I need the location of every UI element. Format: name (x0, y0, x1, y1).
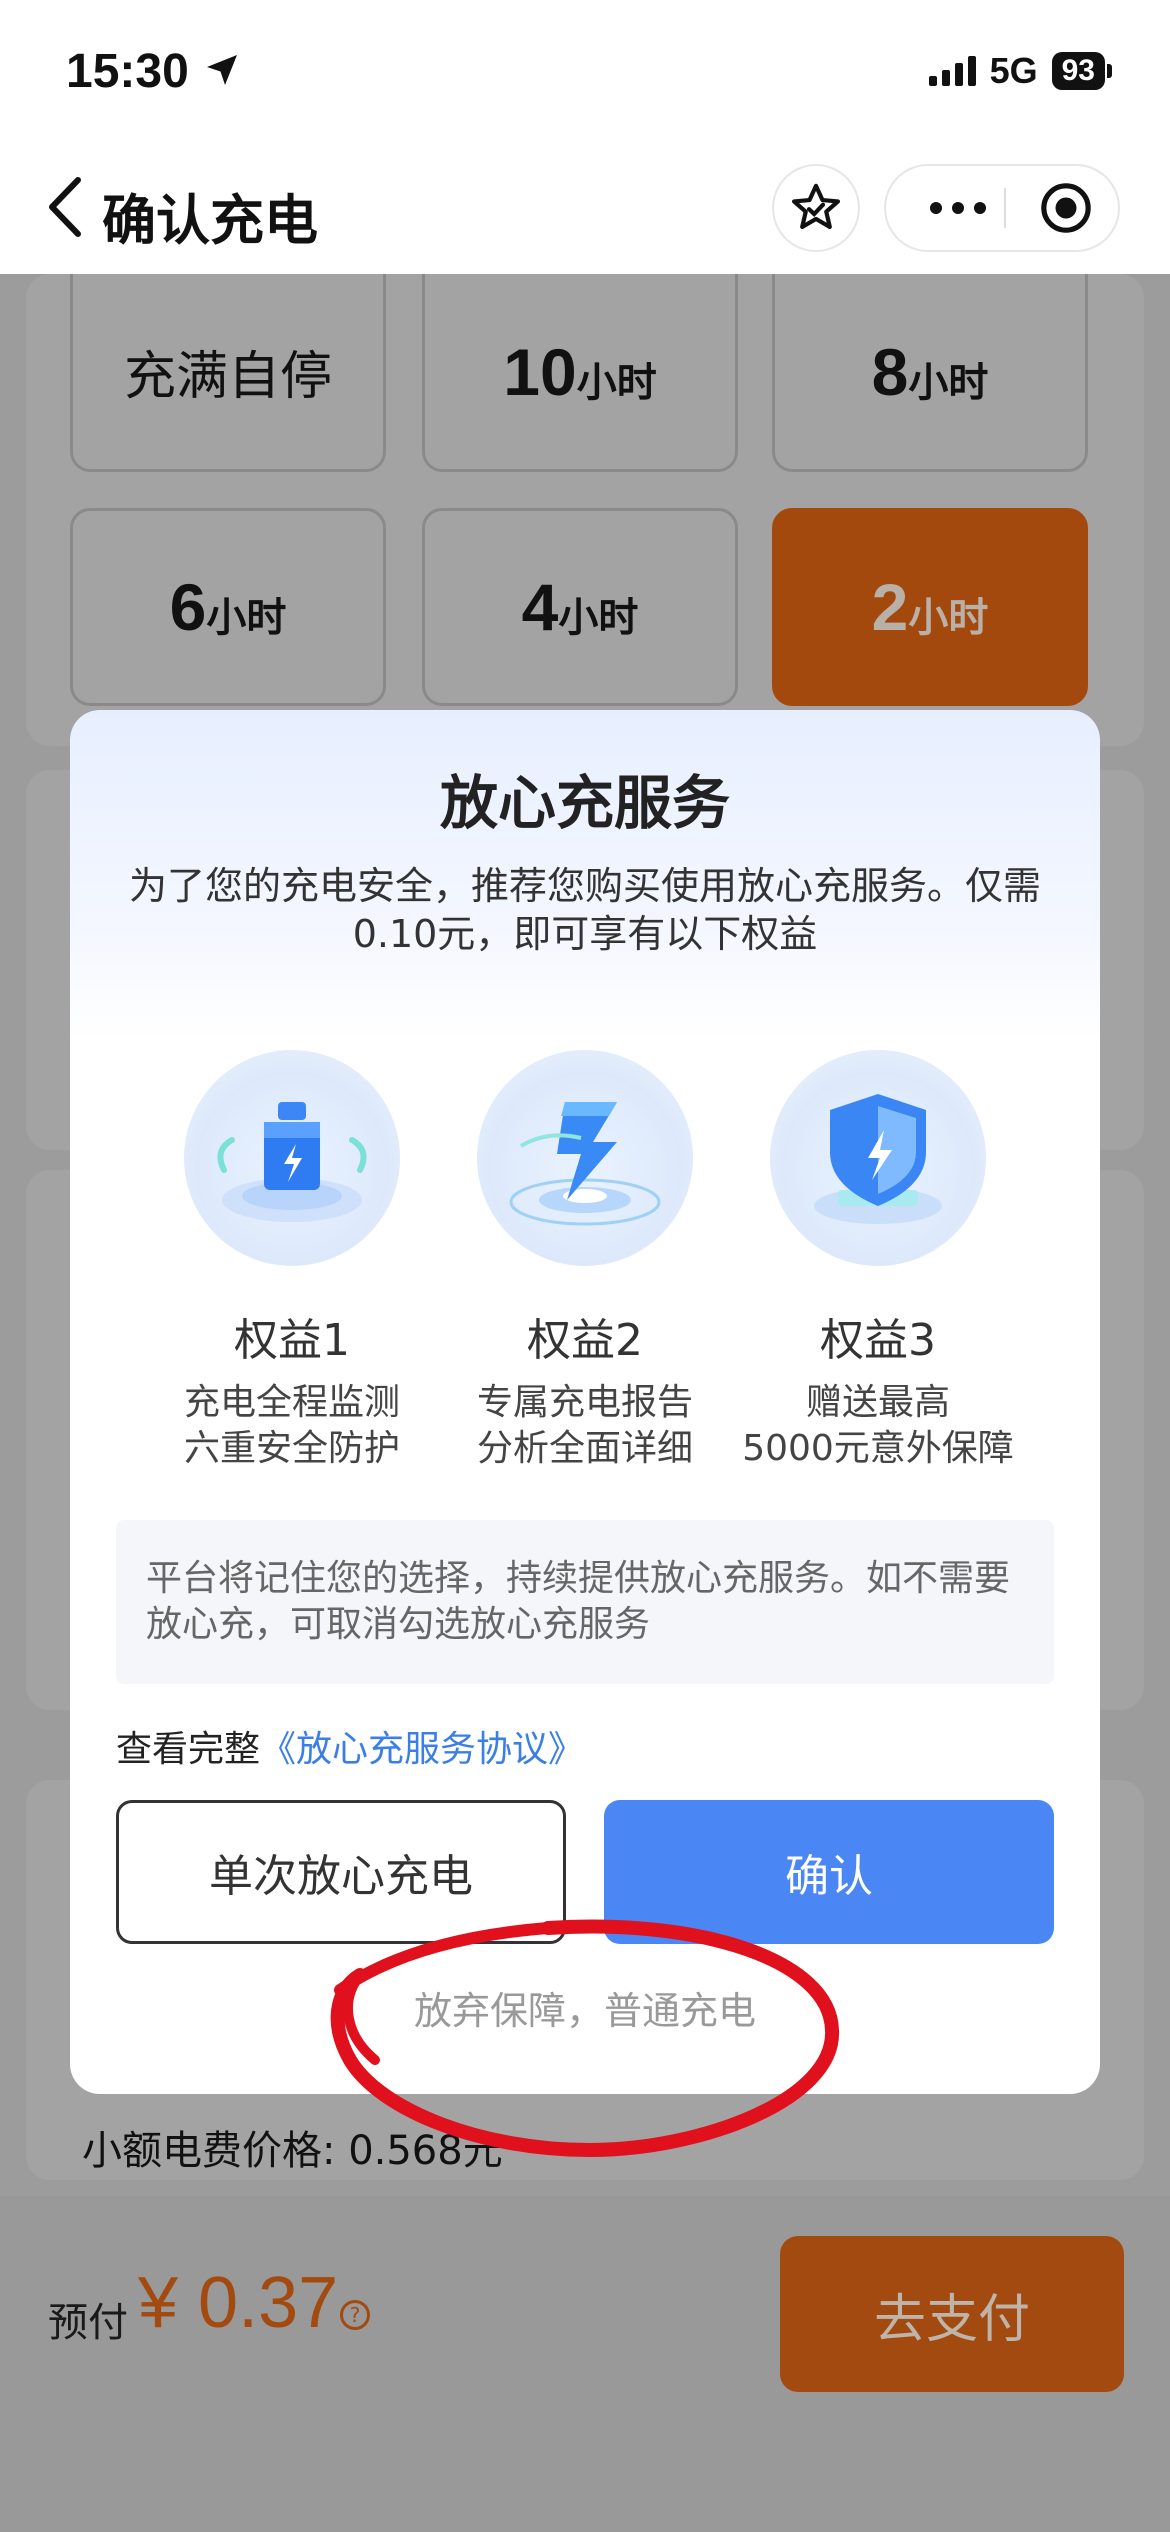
status-time: 15:30 (66, 45, 189, 98)
lightning-report-icon (477, 1050, 693, 1266)
notice-box: 平台将记住您的选择，持续提供放心充服务。如不需要放心充，可取消勾选放心充服务 (116, 1520, 1054, 1684)
status-bar: 15:30 5G 93 (0, 0, 1170, 150)
benefit-name: 权益3 (820, 1315, 936, 1366)
service-modal: 放心充服务 为了您的充电安全，推荐您购买使用放心充服务。仅需0.10元，即可享有… (70, 710, 1100, 2094)
capsule-divider (1004, 188, 1006, 228)
duration-option-6h[interactable]: 6 小时 (70, 508, 386, 706)
duration-option-2h-selected[interactable]: 2 小时 (772, 508, 1088, 706)
benefit-3: 权益3 赠送最高 5000元意外保障 (718, 1050, 1038, 1472)
benefit-name: 权益1 (234, 1315, 350, 1366)
nav-bar: 确认充电 (0, 150, 1170, 274)
benefit-desc: 充电全程监测 六重安全防护 (183, 1382, 400, 1469)
back-arrow-icon[interactable] (40, 172, 100, 242)
prepay-amount: ¥ 0.37 (138, 2263, 339, 2343)
abandon-protection-link[interactable]: 放弃保障，普通充电 (70, 1980, 1100, 2035)
duration-option-full[interactable]: 充满自停 (70, 274, 386, 472)
agreement-link[interactable]: 《放心充服务协议》 (260, 1729, 584, 1770)
duration-option-10h[interactable]: 10 小时 (422, 274, 738, 472)
favorite-button[interactable] (772, 164, 860, 252)
single-charge-button[interactable]: 单次放心充电 (116, 1800, 566, 1944)
monitor-cube-icon (184, 1050, 400, 1266)
network-type: 5G (989, 50, 1038, 91)
modal-title: 放心充服务 (439, 769, 730, 837)
confirm-button[interactable]: 确认 (604, 1800, 1054, 1944)
agreement-line: 查看完整《放心充服务协议》 (116, 1720, 584, 1772)
pay-button[interactable]: 去支付 (780, 2236, 1124, 2392)
prepay-label: 预付 (48, 2300, 128, 2346)
price-line: 小额电费价格: 0.568元 (82, 2128, 503, 2174)
shield-icon (770, 1050, 986, 1266)
miniprogram-capsule (884, 164, 1120, 252)
star-check-icon (791, 183, 841, 229)
duration-option-4h[interactable]: 4 小时 (422, 508, 738, 706)
duration-option-8h[interactable]: 8 小时 (772, 274, 1088, 472)
signal-icon (928, 56, 976, 86)
close-miniprogram-button[interactable] (1024, 166, 1108, 250)
status-right: 5G 93 (928, 50, 1112, 92)
battery-icon: 93 (1051, 52, 1105, 90)
agreement-prefix: 查看完整 (116, 1729, 261, 1770)
page-title: 确认充电 (102, 189, 318, 252)
more-icon[interactable] (916, 166, 1000, 250)
benefit-1: 权益1 充电全程监测 六重安全防护 (132, 1050, 452, 1472)
battery-tip (1107, 64, 1112, 78)
modal-description: 为了您的充电安全，推荐您购买使用放心充服务。仅需0.10元，即可享有以下权益 (128, 864, 1041, 956)
benefit-2: 权益2 专属充电报告 分析全面详细 (425, 1050, 745, 1472)
location-arrow-icon (207, 55, 237, 85)
benefit-name: 权益2 (527, 1315, 643, 1366)
benefit-desc: 专属充电报告 分析全面详细 (476, 1382, 693, 1469)
help-icon[interactable]: ? (340, 2300, 370, 2330)
benefit-desc: 赠送最高 5000元意外保障 (742, 1382, 1014, 1469)
target-close-icon (1041, 183, 1091, 233)
